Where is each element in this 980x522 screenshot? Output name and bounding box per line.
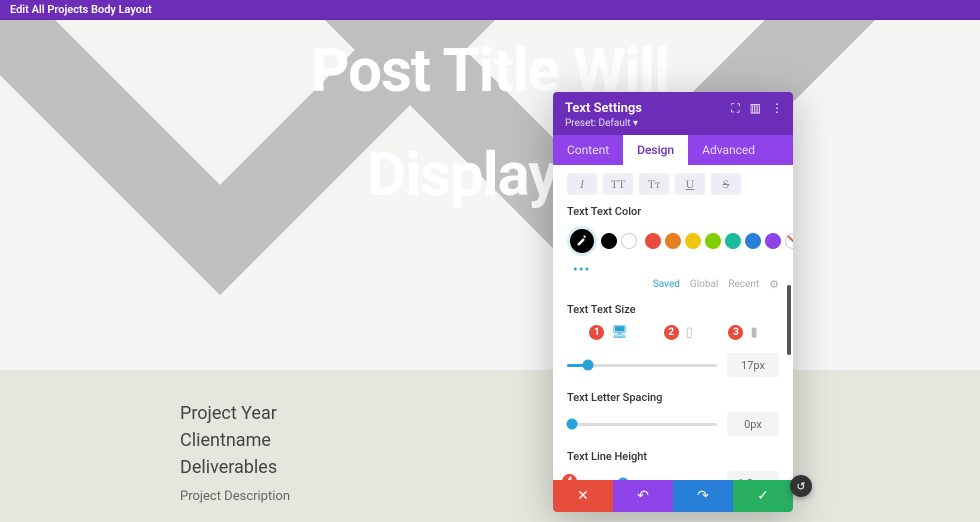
underline-button[interactable]: U <box>675 173 705 195</box>
global-link[interactable]: Global <box>690 279 718 290</box>
scrollbar-thumb[interactable] <box>787 285 791 355</box>
swatch-green[interactable] <box>705 233 721 249</box>
more-swatches-icon[interactable]: ••• <box>573 262 779 278</box>
badge-2: 2 <box>663 324 680 341</box>
history-fab[interactable]: ↺ <box>790 475 812 497</box>
redo-button[interactable]: ↷ <box>673 480 733 512</box>
capitalize-button[interactable]: Tᴛ <box>639 173 669 195</box>
uppercase-button[interactable]: TT <box>603 173 633 195</box>
panel-body: I TT Tᴛ U S Text Text Color <box>553 165 793 480</box>
expand-icon[interactable]: ⛶ <box>731 101 739 116</box>
tab-content[interactable]: Content <box>553 135 623 165</box>
strike-button[interactable]: S <box>711 173 741 195</box>
more-icon[interactable]: ⋮ <box>771 101 783 116</box>
lineheight-slider-row: 4 <box>567 471 779 480</box>
lineheight-input[interactable] <box>727 471 779 480</box>
color-label: Text Text Color <box>567 205 779 218</box>
meta-description: Project Description <box>180 489 290 504</box>
hero-title: Post Title Will Display H <box>0 38 980 208</box>
italic-button[interactable]: I <box>567 173 597 195</box>
badge-3: 3 <box>727 324 744 341</box>
size-slider-row <box>567 353 779 377</box>
badge-1: 1 <box>588 324 605 341</box>
format-row: I TT Tᴛ U S <box>567 173 779 195</box>
top-bar: Edit All Projects Body Layout <box>0 0 980 20</box>
undo-button[interactable]: ↶ <box>613 480 673 512</box>
swatch-none[interactable] <box>785 233 793 249</box>
color-picker-button[interactable] <box>567 226 597 256</box>
letter-slider[interactable] <box>567 423 717 426</box>
swatch-black[interactable] <box>601 233 617 249</box>
eyedropper-icon <box>575 234 589 248</box>
tab-design[interactable]: Design <box>623 135 688 165</box>
swatch-teal[interactable] <box>725 233 741 249</box>
meta-year: Project Year <box>180 400 290 427</box>
device-desktop[interactable]: 1 🖥 <box>588 324 628 341</box>
swatch-yellow[interactable] <box>685 233 701 249</box>
swatch-orange[interactable] <box>665 233 681 249</box>
settings-panel: Text Settings Preset: Default ▾ ⛶ ▥ ⋮ Co… <box>553 92 793 512</box>
hero-section: Post Title Will Display H <box>0 20 980 370</box>
size-slider[interactable] <box>567 364 717 367</box>
recent-link[interactable]: Recent <box>728 279 759 290</box>
size-input[interactable] <box>727 353 779 377</box>
device-phone[interactable]: 3 ▮ <box>727 324 757 341</box>
meta-deliverables: Deliverables <box>180 454 290 481</box>
meta-client: Clientname <box>180 427 290 454</box>
letter-slider-row <box>567 412 779 436</box>
lineheight-label: Text Line Height <box>567 450 779 463</box>
badge-4: 4 <box>561 473 578 480</box>
size-label: Text Text Size <box>567 303 779 316</box>
saved-row: Saved Global Recent ⚙ <box>567 278 779 291</box>
cancel-button[interactable]: ✕ <box>553 480 613 512</box>
swatch-red[interactable] <box>645 233 661 249</box>
letter-label: Text Letter Spacing <box>567 391 779 404</box>
canvas: Post Title Will Display H Project Year C… <box>0 20 980 522</box>
device-tablet[interactable]: 2 ▯ <box>663 324 693 341</box>
tablet-icon: ▯ <box>686 325 693 340</box>
panel-footer: ✕ ↶ ↷ ✓ <box>553 480 793 512</box>
save-button[interactable]: ✓ <box>733 480 793 512</box>
swatch-purple[interactable] <box>765 233 781 249</box>
panel-preset[interactable]: Preset: Default ▾ <box>565 118 781 129</box>
panel-header[interactable]: Text Settings Preset: Default ▾ ⛶ ▥ ⋮ <box>553 92 793 135</box>
panel-tabs: Content Design Advanced <box>553 135 793 165</box>
project-meta: Project Year Clientname Deliverables Pro… <box>180 400 290 504</box>
desktop-icon: 🖥 <box>611 325 628 340</box>
saved-link[interactable]: Saved <box>653 279 680 290</box>
phone-icon: ▮ <box>750 325 757 340</box>
tab-advanced[interactable]: Advanced <box>688 135 769 165</box>
column-icon[interactable]: ▥ <box>750 101 761 116</box>
page-title: Edit All Projects Body Layout <box>10 3 152 16</box>
letter-input[interactable] <box>727 412 779 436</box>
color-swatches <box>567 226 779 256</box>
swatch-white[interactable] <box>621 233 637 249</box>
gear-icon[interactable]: ⚙ <box>769 278 779 291</box>
device-row: 1 🖥 2 ▯ 3 ▮ <box>567 324 779 341</box>
swatch-blue[interactable] <box>745 233 761 249</box>
